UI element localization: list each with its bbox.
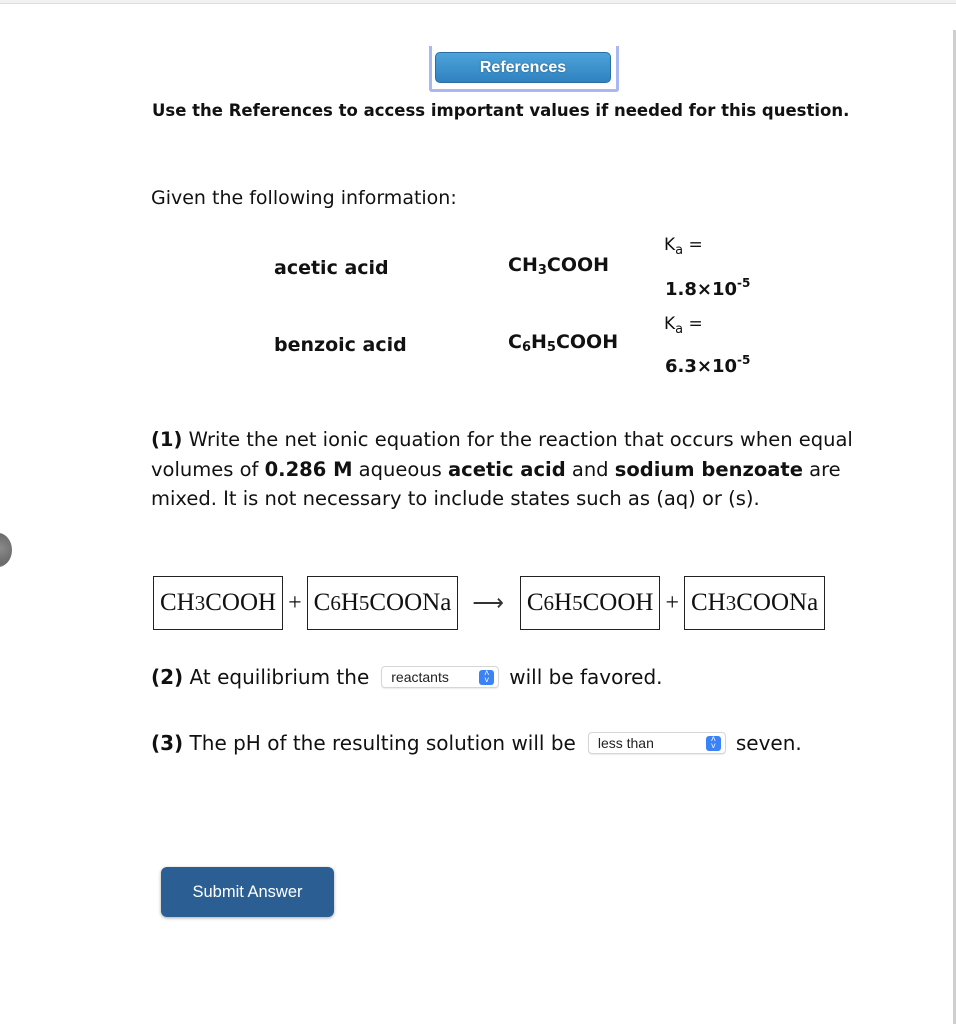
- ka-value-benzoic: 6.3×10-5: [665, 353, 751, 377]
- question-3-text: The pH of the resulting solution will be: [183, 731, 576, 755]
- question-1-text: (1) Write the net ionic equation for the…: [151, 428, 853, 510]
- question-3: (3) The pH of the resulting solution wil…: [151, 731, 802, 755]
- question-3-number: (3): [151, 731, 184, 755]
- instruction-text: Use the References to access important v…: [152, 101, 850, 120]
- question-2-suffix: will be favored.: [509, 665, 663, 689]
- submit-answer-button[interactable]: Submit Answer: [161, 867, 334, 917]
- side-handle[interactable]: [0, 533, 12, 567]
- plus-sign: +: [288, 589, 302, 616]
- references-button[interactable]: References: [435, 52, 611, 83]
- product-1-input[interactable]: C 6 H 5 COOH: [519, 576, 661, 630]
- ph-select-value: less than: [597, 735, 654, 751]
- ka-label-acetic: Ka =: [664, 235, 703, 258]
- acid-name-benzoic: benzoic acid: [274, 334, 407, 356]
- ka-label-benzoic: Ka =: [664, 314, 703, 337]
- ka-value-acetic: 1.8×10-5: [665, 276, 751, 300]
- formula-benzoic: C6H5COOH: [508, 331, 619, 355]
- question-2: (2) At equilibrium the reactants ˄ ˅ will…: [151, 665, 663, 689]
- reaction-arrow-icon: ⟶: [472, 590, 504, 615]
- favored-select[interactable]: reactants ˄ ˅: [381, 666, 500, 688]
- net-ionic-equation: CH 3 COOH + C 6 H 5 COONa ⟶ C 6 H 5 COOH + CH 3 COON…: [153, 575, 826, 631]
- question-2-text: At equilibrium the: [183, 665, 370, 689]
- given-label: Given the following information:: [151, 187, 457, 209]
- question-3-suffix: seven.: [735, 731, 802, 755]
- product-2-input[interactable]: CH 3 COONa: [684, 576, 826, 630]
- reactant-2-input[interactable]: C 6 H 5 COONa: [306, 576, 459, 630]
- acid-name-acetic: acetic acid: [274, 257, 389, 279]
- favored-select-value: reactants: [391, 669, 449, 685]
- top-border: [0, 0, 956, 4]
- formula-acetic: CH3COOH: [508, 254, 610, 278]
- question-2-number: (2): [151, 665, 184, 689]
- select-arrows-icon: ˄ ˅: [705, 735, 721, 751]
- reactant-1-input[interactable]: CH 3 COOH: [153, 576, 284, 630]
- plus-sign: +: [665, 589, 679, 616]
- select-arrows-icon: ˄ ˅: [479, 669, 495, 685]
- ph-comparison-select[interactable]: less than ˄ ˅: [587, 732, 726, 754]
